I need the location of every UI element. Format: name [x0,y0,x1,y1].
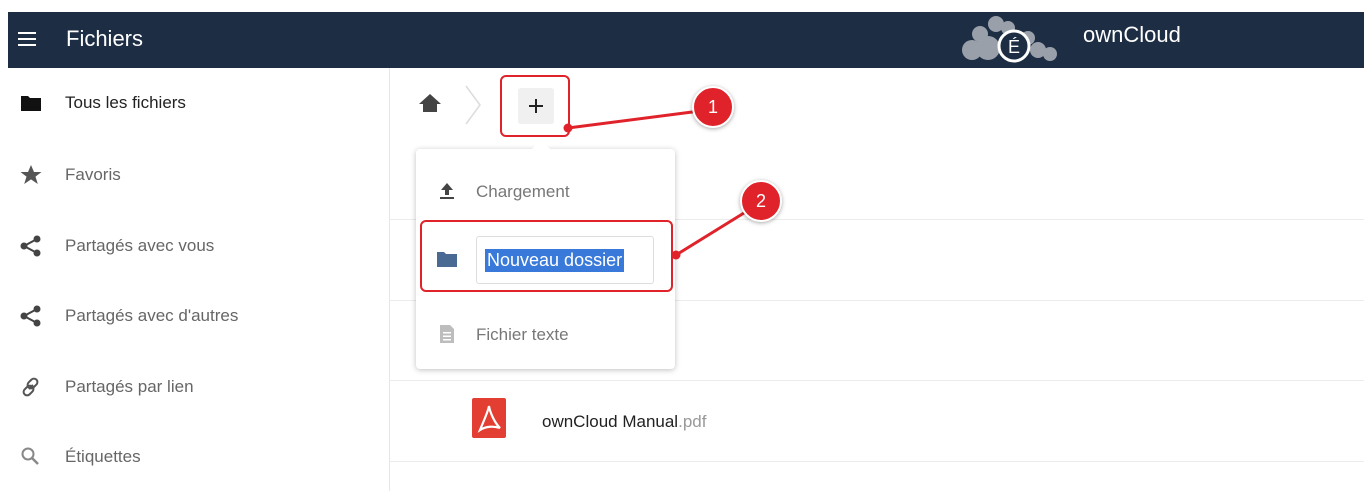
sidebar-item-label: Tous les fichiers [65,93,186,112]
sidebar-item-shared-with-you[interactable]: Partagés avec vous [0,211,389,281]
sidebar-item-label: Partagés avec vous [65,236,215,255]
share-icon [20,305,41,327]
highlight-box-new-folder [420,220,673,292]
upload-icon [440,183,454,199]
sidebar-item-shared-by-link[interactable]: Partagés par lien [0,352,389,422]
search-icon [21,447,39,465]
sidebar-item-label: Étiquettes [65,447,141,466]
text-file-label: Fichier texte [476,325,569,344]
logo-letter: É [1008,37,1020,57]
app-header: Fichiers É ownCloud [8,12,1364,68]
text-file-icon [440,325,454,343]
star-icon [20,165,42,184]
add-new-button[interactable] [500,75,570,137]
callout-badge-1: 1 [692,86,734,128]
home-icon[interactable] [418,92,442,114]
sidebar-item-label: Partagés avec d'autres [65,306,239,325]
share-icon [20,235,41,257]
sidebar: Tous les fichiers Favoris Partagés avec … [0,68,390,491]
brand-name: ownCloud [1083,22,1181,47]
owncloud-logo-icon: É [962,16,1057,63]
link-icon [22,377,39,397]
sidebar-item-shared-with-others[interactable]: Partagés avec d'autres [0,281,389,351]
hamburger-menu-icon[interactable] [18,30,38,50]
pdf-icon [472,398,506,438]
folder-icon [21,96,41,111]
plus-icon [518,88,554,124]
upload-label: Chargement [476,182,570,201]
upload-menu-item[interactable]: Chargement [416,166,675,216]
file-row[interactable]: ownCloud Manual.pdf [390,381,1364,461]
sidebar-item-label: Favoris [65,165,121,184]
file-extension: .pdf [678,412,707,431]
callout-badge-2: 2 [740,180,782,222]
file-name[interactable]: ownCloud Manual.pdf [542,412,706,432]
sidebar-item-label: Partagés par lien [65,377,194,396]
row-divider [390,461,1364,462]
breadcrumb-separator [465,85,481,125]
sidebar-item-favorites[interactable]: Favoris [0,140,389,210]
app-title: Fichiers [66,26,144,51]
sidebar-item-all-files[interactable]: Tous les fichiers [0,68,389,138]
sidebar-item-tags[interactable]: Étiquettes [0,422,389,492]
text-file-menu-item[interactable]: Fichier texte [416,309,675,359]
